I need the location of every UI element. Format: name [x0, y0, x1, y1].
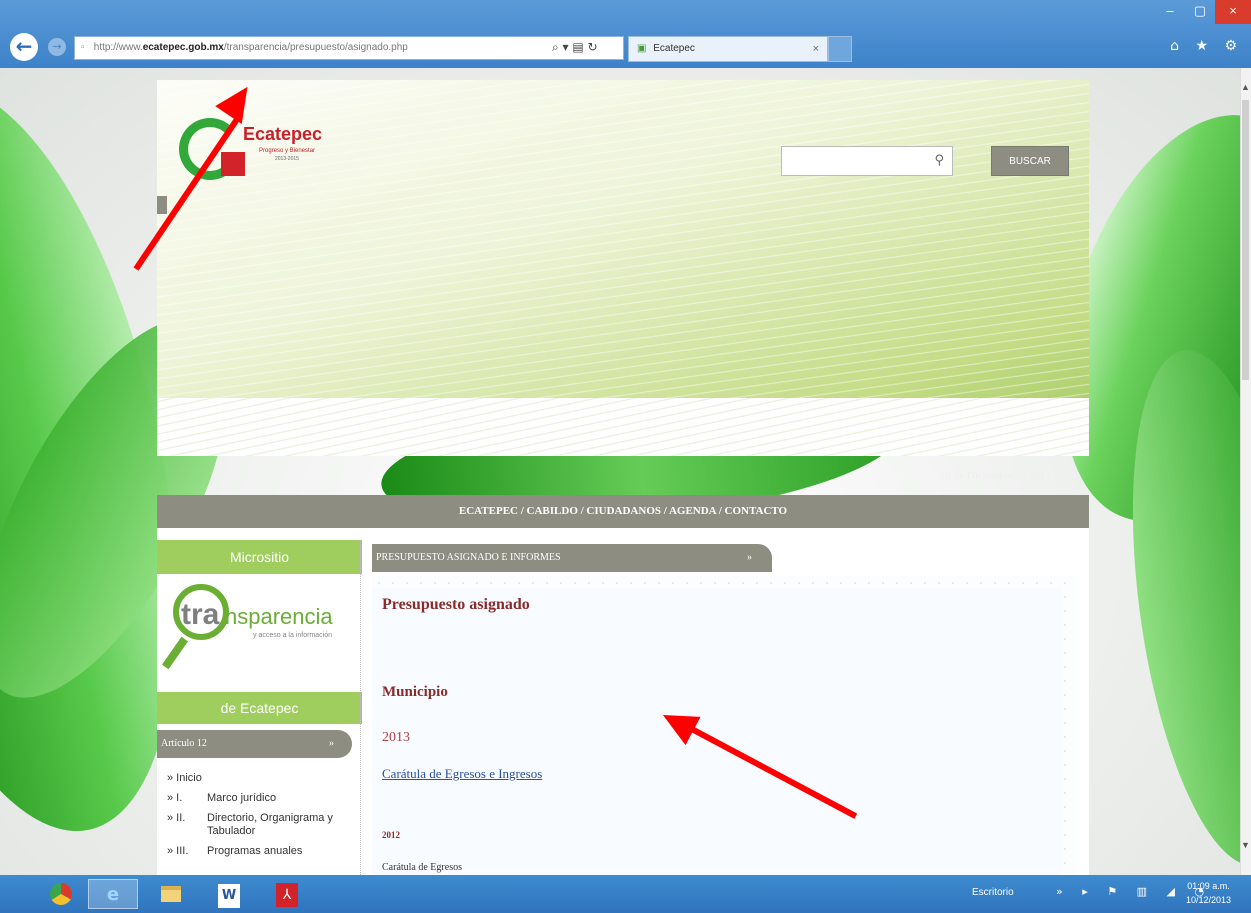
logo-tra: tra — [181, 598, 220, 631]
articulo-label: Artículo 12 — [161, 738, 207, 749]
internet-explorer-icon[interactable]: e — [88, 879, 138, 909]
window-controls: – ▢ × — [1155, 0, 1251, 30]
word-label: W — [218, 884, 240, 908]
sidebar-item-programas[interactable]: » III. Programas anuales — [167, 845, 357, 858]
minimize-button[interactable]: – — [1155, 0, 1185, 24]
maximize-button[interactable]: ▢ — [1185, 0, 1215, 24]
scroll-up-icon[interactable]: ▲ — [1240, 82, 1251, 92]
magnifier-handle — [161, 636, 189, 670]
menu-num: » Inicio — [167, 772, 202, 784]
section-inner: Presupuesto asignado Municipio 2013 Cará… — [372, 588, 1062, 876]
ecatepec-logo[interactable]: Ecatepec Progreso y Bienestar 2013-2015 — [179, 118, 369, 188]
menu-num: » III. — [167, 845, 189, 857]
clock[interactable]: 01:09 a.m. 10/12/2013 — [1186, 879, 1231, 907]
main-content: PRESUPUESTO ASIGNADO E INFORMES » Presup… — [372, 544, 1077, 876]
chrome-icon[interactable] — [36, 879, 86, 909]
menu-num: » II. — [167, 812, 186, 824]
file-explorer-icon[interactable] — [146, 879, 196, 909]
site-header: Ecatepec Progreso y Bienestar 2013-2015 … — [157, 80, 1089, 456]
municipio-heading: Municipio — [382, 684, 448, 700]
favicon-icon: ▣ — [637, 43, 647, 54]
sidebar: Micrositio tra nsparencia y acceso a la … — [157, 540, 362, 875]
caratula-egresos-ingresos-link[interactable]: Carátula de Egresos e Ingresos — [382, 766, 542, 782]
desktop-toolbar-label[interactable]: Escritorio — [972, 887, 1014, 898]
section-tab[interactable]: PRESUPUESTO ASIGNADO E INFORMES » — [372, 544, 772, 572]
date-text: 10 de Diciembre de 2013 — [940, 470, 1052, 482]
page-icon: ▫ — [81, 42, 85, 53]
year-2013: 2013 — [382, 730, 410, 745]
sidebar-item-directorio[interactable]: » II. Directorio, Organigrama y Tabulado… — [167, 812, 357, 838]
search-input[interactable]: ⚲ — [781, 146, 953, 176]
menu-label: Directorio, Organigrama y Tabulador — [207, 812, 333, 837]
logo-subtitle: Progreso y Bienestar — [259, 148, 316, 154]
pdf-label: ⅄ — [276, 883, 298, 907]
toolbar-icons[interactable]: ⌂ ★ ⚙ — [1170, 38, 1243, 54]
address-controls[interactable]: ⌕ ▾ ▤ ↻ — [552, 36, 624, 60]
back-arrow-icon[interactable]: ← — [10, 33, 38, 61]
menu-label: Programas anuales — [207, 845, 303, 857]
sidebar-item-inicio[interactable]: » Inicio — [167, 772, 357, 785]
url-path: /transparencia/presupuesto/asignado.php — [223, 42, 408, 53]
clock-date: 10/12/2013 — [1186, 895, 1232, 905]
search-icon[interactable]: ⚲ — [934, 153, 944, 168]
scroll-thumb[interactable] — [1242, 100, 1249, 380]
logo-sub: y acceso a la información — [253, 632, 332, 639]
logo-sparencia: nsparencia — [225, 604, 333, 629]
articulo-bar[interactable]: Artículo 12 » — [157, 730, 352, 758]
section-body: Presupuesto asignado Municipio 2013 Cará… — [372, 576, 1077, 876]
scroll-down-icon[interactable]: ▼ — [1240, 840, 1251, 850]
search-button[interactable]: BUSCAR — [991, 146, 1069, 176]
sidebar-menu: » Inicio » I. Marco jurídico » II. Direc… — [167, 772, 357, 865]
logo-title: Ecatepec — [243, 124, 323, 144]
tab-title: Ecatepec — [653, 43, 695, 54]
section-tab-label: PRESUPUESTO ASIGNADO E INFORMES — [376, 552, 561, 563]
url-prefix: http://www. — [93, 42, 143, 53]
browser-chrome: ← → ▫ http://www.ecatepec.gob.mx/transpa… — [0, 0, 1251, 68]
word-icon[interactable]: W — [204, 879, 254, 909]
clock-time: 01:09 a.m. — [1187, 881, 1230, 891]
chevron-icon: » — [329, 738, 334, 749]
side-tab[interactable] — [157, 196, 167, 214]
address-bar[interactable]: ▫ http://www.ecatepec.gob.mx/transparenc… — [74, 36, 624, 60]
year-2012: 2012 — [382, 830, 400, 840]
close-window-button[interactable]: × — [1215, 0, 1251, 24]
menu-label: Marco jurídico — [207, 792, 277, 804]
nav-links[interactable]: ECATEPEC / CABILDO / CIUDADANOS / AGENDA… — [157, 495, 1089, 528]
forward-arrow-icon[interactable]: → — [48, 38, 66, 56]
main-nav: ECATEPEC / CABILDO / CIUDADANOS / AGENDA… — [157, 495, 1089, 528]
menu-num: » I. — [167, 792, 183, 804]
chevron-icon: » — [747, 552, 752, 563]
sidebar-item-marco-juridico[interactable]: » I. Marco jurídico — [167, 792, 357, 805]
taskbar: e W ⅄ Escritorio » ▸ ⚑ ▥ ◢ ◔ 01:09 a.m. … — [0, 875, 1251, 913]
menu-label — [207, 772, 357, 785]
url-domain: ecatepec.gob.mx — [142, 42, 224, 53]
new-tab-button[interactable] — [828, 36, 852, 62]
micrositio-banner[interactable]: Micrositio — [157, 540, 362, 574]
acrobat-pdf-icon[interactable]: ⅄ — [262, 879, 312, 909]
logo-square-icon — [221, 152, 245, 176]
caratula-egresos-link[interactable]: Carátula de Egresos — [382, 862, 462, 873]
divider — [360, 540, 362, 875]
tab-ecatepec[interactable]: ▣ Ecatepec × — [628, 36, 828, 62]
tab-close-button[interactable]: × — [813, 37, 819, 61]
ecatepec-banner[interactable]: de Ecatepec — [157, 692, 362, 724]
transparencia-logo[interactable]: tra nsparencia y acceso a la información — [157, 574, 362, 692]
logo-years: 2013-2015 — [275, 156, 299, 162]
page-title: Presupuesto asignado — [382, 596, 530, 613]
header-lower-band — [157, 398, 1089, 456]
content-area: Micrositio tra nsparencia y acceso a la … — [157, 528, 1089, 876]
